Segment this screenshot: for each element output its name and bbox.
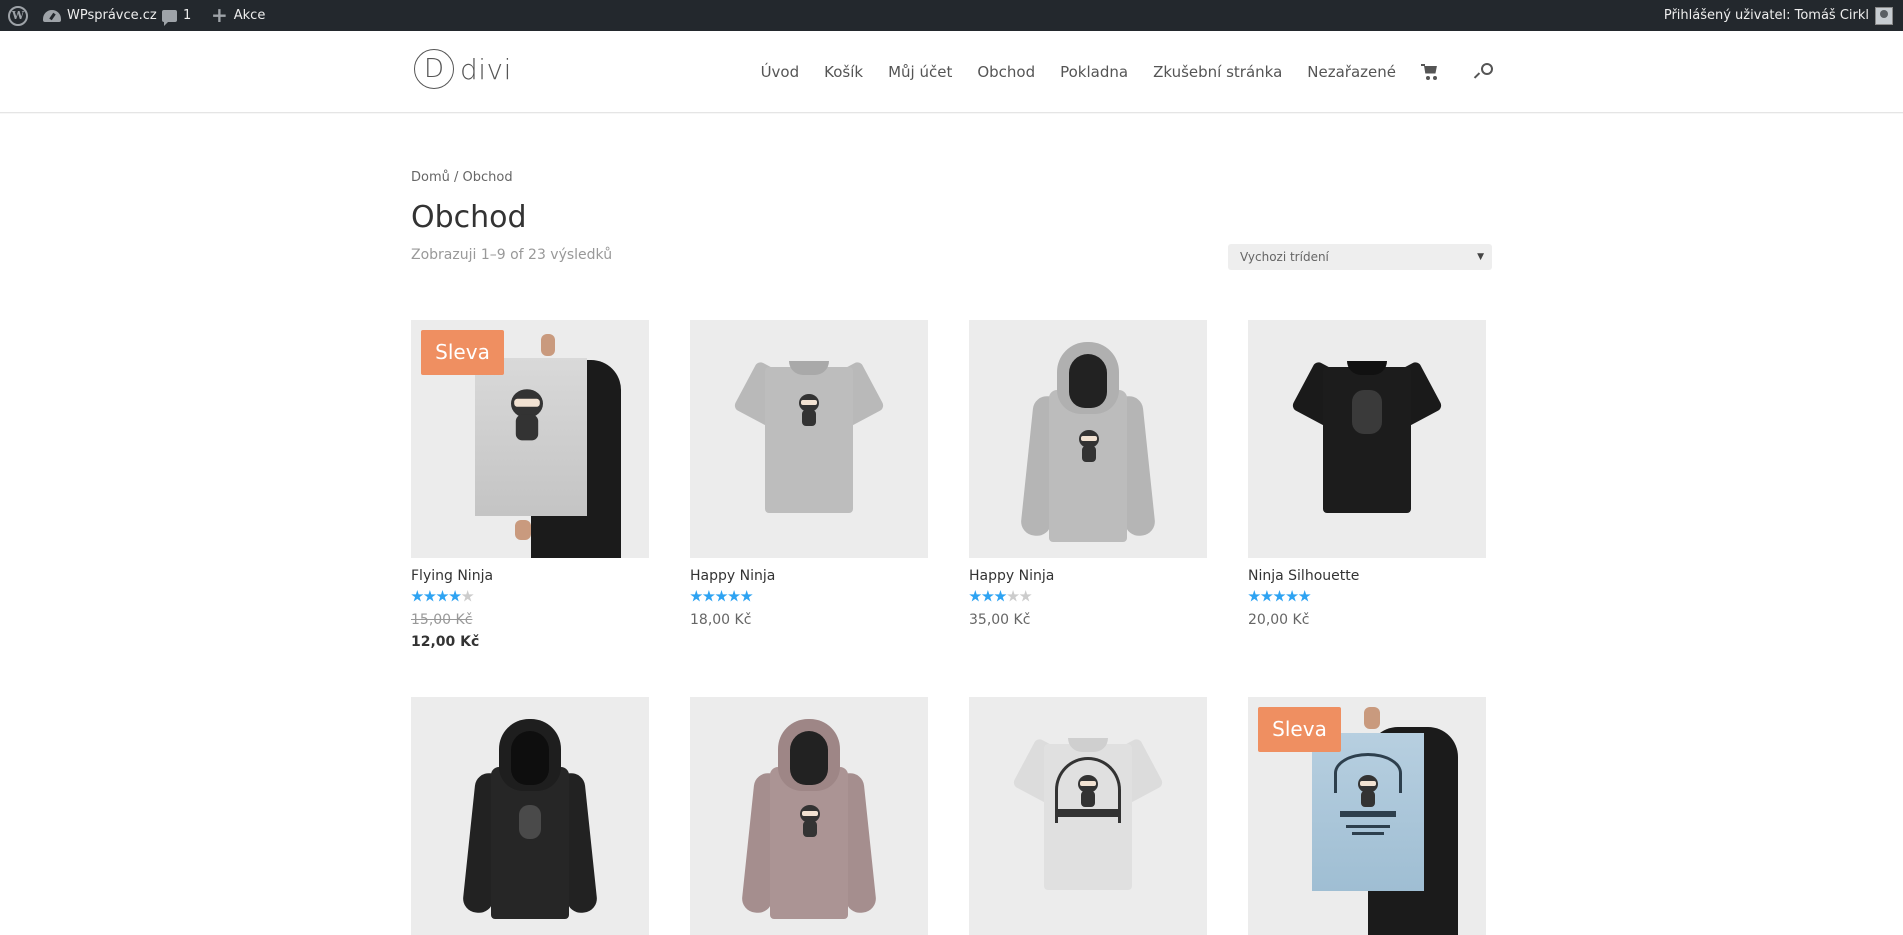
product-name[interactable]: Ninja Silhouette [1248, 568, 1359, 584]
product-name[interactable]: Happy Ninja [690, 568, 775, 584]
star-empty-icon [461, 590, 474, 602]
chevron-down-icon: ▼ [1477, 252, 1484, 262]
nav-item-pokladna[interactable]: Pokladna [1060, 63, 1128, 81]
star-icon [1248, 590, 1261, 602]
breadcrumb[interactable]: Domů / Obchod [411, 170, 513, 185]
star-icon [981, 590, 994, 602]
admin-bar: W WPsprávce.cz 1 + Akce Přihlášený uživa… [0, 0, 1903, 31]
nav-item-nezarazene[interactable]: Nezařazené [1307, 63, 1396, 81]
star-rating [411, 590, 474, 604]
comments-count: 1 [183, 8, 192, 23]
product-image[interactable] [690, 320, 928, 558]
product-image[interactable] [969, 697, 1207, 935]
sale-badge: Sleva [421, 330, 504, 375]
wordpress-menu[interactable]: W [8, 0, 28, 31]
star-icon [411, 590, 424, 602]
new-content-link[interactable]: + Akce [211, 0, 265, 31]
site-logo[interactable]: D divi [414, 49, 512, 89]
nav-item-kosik[interactable]: Košík [824, 63, 863, 81]
regular-price: 15,00 Kč [411, 612, 473, 628]
ordering-selected: Vychozi trídení [1240, 250, 1329, 264]
star-icon [740, 590, 753, 602]
product-image[interactable] [1248, 320, 1486, 558]
star-empty-icon [1007, 590, 1020, 602]
star-icon [969, 590, 982, 602]
site-name-label: WPsprávce.cz [67, 8, 157, 23]
product-image[interactable] [690, 697, 928, 935]
logo-text: divi [460, 52, 512, 86]
user-account-link[interactable]: Přihlášený uživatel: Tomáš Cirkl [1664, 0, 1893, 31]
star-rating [969, 590, 1032, 604]
avatar [1875, 6, 1893, 25]
product-image[interactable]: Sleva [411, 320, 649, 558]
sale-badge: Sleva [1258, 707, 1341, 752]
product-price: 20,00 Kč [1248, 612, 1310, 628]
product-image[interactable]: Sleva [1248, 697, 1486, 935]
product-image[interactable] [411, 697, 649, 935]
star-icon [702, 590, 715, 602]
star-icon [449, 590, 462, 602]
page-title: Obchod [411, 200, 527, 235]
search-icon[interactable] [1473, 62, 1493, 81]
product-price: 18,00 Kč [690, 612, 752, 628]
star-icon [1260, 590, 1273, 602]
user-greeting: Přihlášený uživatel: Tomáš Cirkl [1663, 8, 1869, 23]
product-name[interactable]: Happy Ninja [969, 568, 1054, 584]
star-icon [1286, 590, 1299, 602]
star-icon [423, 590, 436, 602]
star-icon [690, 590, 703, 602]
product-name[interactable]: Flying Ninja [411, 568, 493, 584]
result-count: Zobrazuji 1–9 of 23 výsledků [411, 247, 613, 263]
dashboard-icon [43, 9, 61, 22]
star-icon [436, 590, 449, 602]
new-content-label: Akce [233, 8, 266, 23]
cart-icon[interactable] [1421, 63, 1439, 80]
star-empty-icon [1019, 590, 1032, 602]
sale-price: 12,00 Kč [411, 634, 480, 650]
nav-item-uvod[interactable]: Úvod [761, 63, 800, 81]
star-icon [994, 590, 1007, 602]
nav-item-zkusebni-stranka[interactable]: Zkušební stránka [1153, 63, 1282, 81]
comments-link[interactable]: 1 [162, 0, 191, 31]
product-image[interactable] [969, 320, 1207, 558]
nav-item-obchod[interactable]: Obchod [977, 63, 1035, 81]
star-icon [728, 590, 741, 602]
site-name-link[interactable]: WPsprávce.cz [43, 0, 157, 31]
site-header: D divi Úvod Košík Můj účet Obchod Poklad… [0, 31, 1903, 113]
star-rating [690, 590, 753, 604]
wordpress-logo-icon: W [8, 5, 28, 26]
nav-item-muj-ucet[interactable]: Můj účet [888, 63, 952, 81]
star-icon [715, 590, 728, 602]
star-rating [1248, 590, 1311, 604]
comment-icon [162, 9, 177, 26]
plus-icon: + [211, 3, 228, 27]
product-price: 35,00 Kč [969, 612, 1031, 628]
star-icon [1298, 590, 1311, 602]
logo-circle: D [414, 49, 454, 89]
main-nav: Úvod Košík Můj účet Obchod Pokladna Zkuš… [761, 31, 1493, 112]
star-icon [1273, 590, 1286, 602]
ordering-select[interactable]: Vychozi trídení ▼ [1228, 244, 1492, 270]
